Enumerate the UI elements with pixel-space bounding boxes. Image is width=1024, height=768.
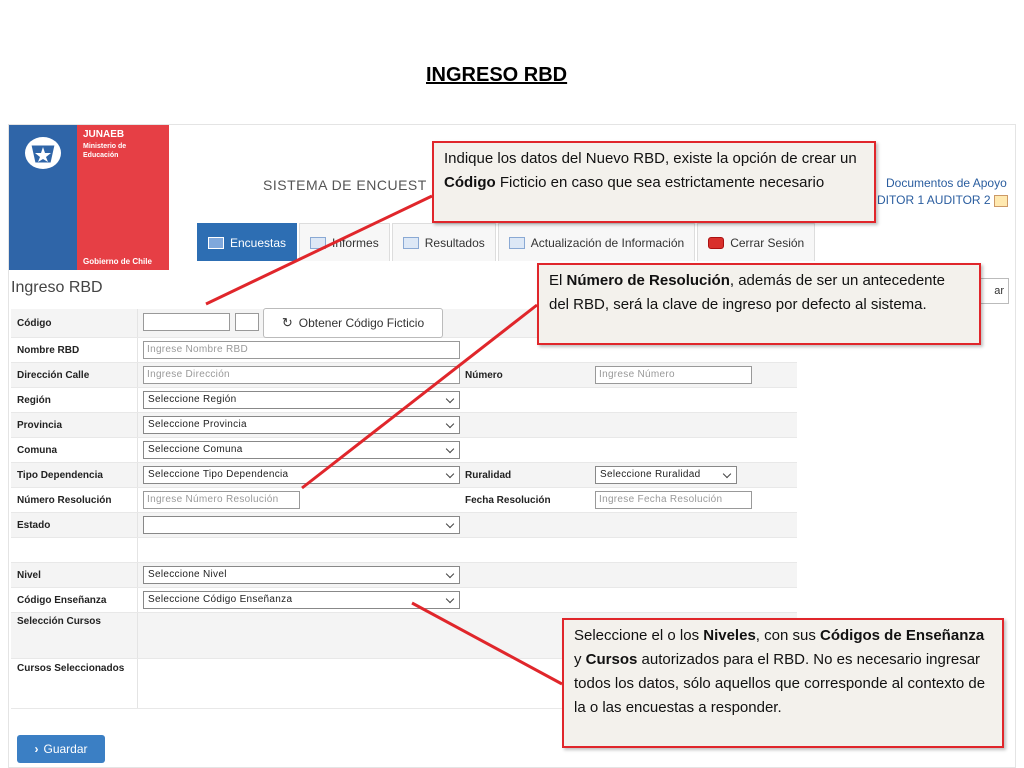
codigo-ensenanza-select[interactable]: Seleccione Código Enseñanza [143,591,460,609]
row-numero-resolucion: Número Resolución Ingrese Número Resoluc… [11,488,797,513]
obtener-codigo-ficticio-button[interactable]: ↻ Obtener Código Ficticio [263,308,443,338]
tab-cerrar-sesion[interactable]: Cerrar Sesión [697,223,816,261]
fecha-resolucion-input[interactable]: Ingrese Fecha Resolución [595,491,752,509]
ruralidad-select[interactable]: Seleccione Ruralidad [595,466,737,484]
codigo-input[interactable] [143,313,230,331]
row-region: Región Seleccione Región [11,388,797,413]
logo-org: JUNAEB [83,129,125,140]
tab-resultados[interactable]: Resultados [391,223,496,261]
refresh-icon: ↻ [281,315,293,330]
update-icon [508,236,525,249]
numero-input[interactable]: Ingrese Número [595,366,752,384]
row-tipo-dependencia: Tipo Dependencia Seleccione Tipo Depende… [11,463,797,488]
row-estado: Estado [11,513,797,538]
callout-text: , con sus [755,627,820,644]
slide-title: INGRESO RBD [426,64,568,86]
nombre-input[interactable]: Ingrese Nombre RBD [143,341,460,359]
callout-text: Ficticio en caso que sea estrictamente n… [495,174,825,191]
callout-bold: Cursos [585,651,638,668]
tab-label: Cerrar Sesión [730,235,805,250]
tab-label: Resultados [424,235,485,250]
tab-label: Actualización de Información [530,235,685,250]
system-title: SISTEMA DE ENCUEST [263,177,427,193]
numero-resolucion-input[interactable]: Ingrese Número Resolución [143,491,300,509]
survey-icon [208,236,224,249]
cursos-seleccionados-label: Cursos Seleccionados [17,663,125,674]
estado-label: Estado [17,520,51,531]
page-title: Ingreso RBD [11,279,103,296]
chevron-right-icon: › [34,742,39,756]
row-spacer [11,538,797,563]
tab-encuestas[interactable]: Encuestas [197,223,298,261]
row-provincia: Provincia Seleccione Provincia [11,413,797,438]
guardar-button[interactable]: › Guardar [17,735,105,763]
junaeb-logo: JUNAEB Ministerio de Educación Gobierno … [9,125,169,270]
report-icon [310,236,327,249]
callout-text: y [574,651,586,668]
tab-actualizacion[interactable]: Actualización de Información [497,223,696,261]
button-label: Obtener Código Ficticio [298,316,425,330]
main-tabs: Encuestas Informes Resultados Actualizac… [197,223,816,261]
callout-bold: Código [444,174,496,191]
callout-bold: Códigos de Enseñanza [820,627,985,644]
row-comuna: Comuna Seleccione Comuna [11,438,797,463]
callout-bold: Niveles [703,627,756,644]
comuna-select[interactable]: Seleccione Comuna [143,441,460,459]
row-codigo-ensenanza: Código Enseñanza Seleccione Código Enseñ… [11,588,797,613]
fecha-resolucion-label: Fecha Resolución [465,495,551,506]
seleccion-cursos-label: Selección Cursos [17,616,101,627]
codigo-label: Código [17,318,52,329]
codigo-dv-input[interactable] [235,313,259,331]
estado-select[interactable] [143,516,460,534]
tipo-dependencia-label: Tipo Dependencia [17,470,103,481]
row-direccion: Dirección Calle Ingrese Dirección Número… [11,363,797,388]
callout-numero-resolucion: El Número de Resolución, además de ser u… [537,263,981,345]
ruralidad-label: Ruralidad [465,470,512,481]
tab-informes[interactable]: Informes [299,223,390,261]
tab-label: Informes [332,235,379,250]
docs-link[interactable]: Documentos de Apoyo [886,176,1007,190]
user-name[interactable]: DITOR 1 AUDITOR 2 [877,193,1008,207]
provincia-select[interactable]: Seleccione Provincia [143,416,460,434]
tipo-dependencia-select[interactable]: Seleccione Tipo Dependencia [143,466,460,484]
direccion-input[interactable]: Ingrese Dirección [143,366,460,384]
callout-niveles: Seleccione el o los Niveles, con sus Cód… [562,618,1004,748]
callout-text: Seleccione el o los [574,627,704,644]
nivel-select[interactable]: Seleccione Nivel [143,566,460,584]
numero-label: Número [465,370,503,381]
tab-label: Encuestas [230,235,287,250]
comuna-label: Comuna [17,445,57,456]
region-label: Región [17,395,51,406]
callout-text: Indique los datos del Nuevo RBD, existe … [444,150,857,167]
row-nivel: Nivel Seleccione Nivel [11,563,797,588]
codigo-ensenanza-label: Código Enseñanza [17,595,107,606]
power-icon [708,236,725,249]
callout-codigo: Indique los datos del Nuevo RBD, existe … [432,141,876,223]
callout-text: El [549,272,567,289]
chile-coat-of-arms-icon [9,125,77,270]
numero-resolucion-label: Número Resolución [17,495,112,506]
logo-ministry: Ministerio de Educación [83,143,127,159]
region-select[interactable]: Seleccione Región [143,391,460,409]
edit-icon[interactable] [993,194,1008,207]
direccion-label: Dirección Calle [17,370,90,381]
guardar-label: Guardar [43,742,88,756]
results-icon [402,236,419,249]
right-edge-button[interactable]: ar [979,278,1009,304]
nombre-label: Nombre RBD [17,345,80,356]
nivel-label: Nivel [17,570,41,581]
user-label: DITOR 1 AUDITOR 2 [877,193,991,207]
callout-bold: Número de Resolución [566,272,730,289]
provincia-label: Provincia [17,420,63,431]
logo-government: Gobierno de Chile [83,257,152,266]
